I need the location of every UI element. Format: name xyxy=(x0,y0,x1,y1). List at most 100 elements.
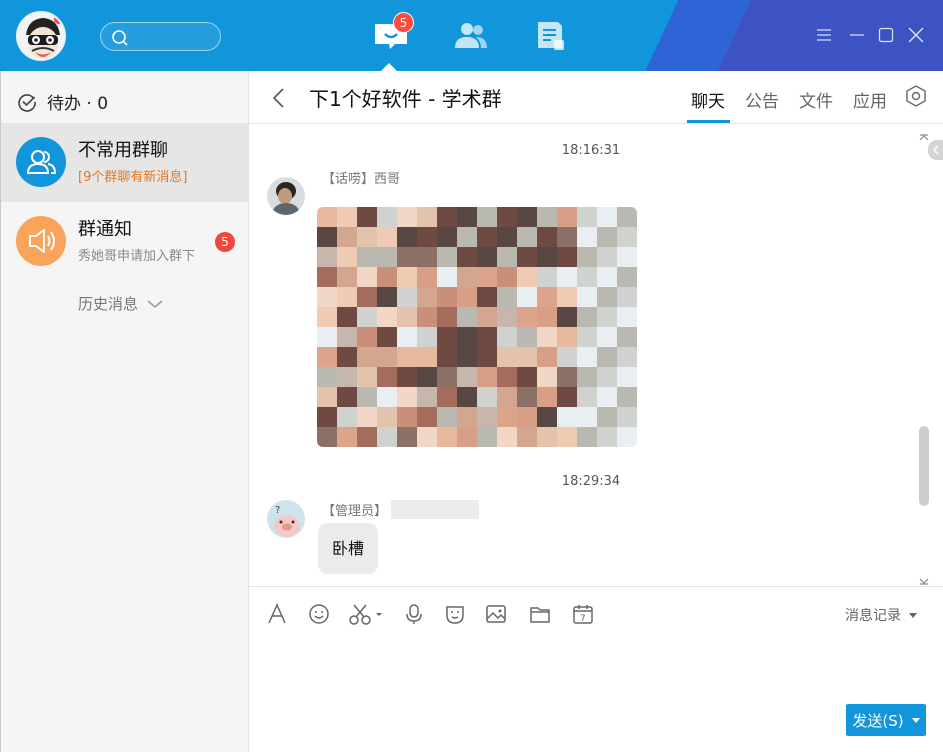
mosaic-tile xyxy=(497,307,517,327)
mosaic-tile xyxy=(377,387,397,407)
mosaic-tile xyxy=(477,227,497,247)
mosaic-tile xyxy=(557,387,577,407)
font-icon[interactable] xyxy=(265,602,289,626)
mosaic-tile xyxy=(557,327,577,347)
mosaic-tile xyxy=(397,267,417,287)
scissors-icon[interactable] xyxy=(348,602,388,626)
space-icon[interactable] xyxy=(532,18,570,54)
mosaic-tile xyxy=(397,407,417,427)
chat-title: 下1个好软件 - 学术群 xyxy=(309,87,502,111)
mosaic-tile xyxy=(617,207,637,227)
mosaic-tile xyxy=(437,427,457,447)
send-button[interactable]: 发送(S) xyxy=(846,704,926,736)
todo-label: 待办 · 0 xyxy=(47,94,109,114)
mosaic-tile xyxy=(397,327,417,347)
mosaic-tile xyxy=(417,327,437,347)
user-avatar[interactable] xyxy=(16,11,66,61)
tab-chat[interactable]: 聊天 xyxy=(691,87,725,112)
mosaic-tile xyxy=(517,347,537,367)
calendar-icon[interactable]: 7 xyxy=(571,602,595,626)
minimize-icon[interactable] xyxy=(847,25,867,45)
mosaic-tile xyxy=(577,387,597,407)
text-message-bubble[interactable]: 卧槽 xyxy=(318,523,379,574)
message-history-label: 消息记录 xyxy=(845,608,901,624)
maximize-icon[interactable] xyxy=(876,25,896,45)
mosaic-tile xyxy=(457,247,477,267)
mosaic-tile xyxy=(337,407,357,427)
tab-apps[interactable]: 应用 xyxy=(853,87,887,112)
conversation-sidebar: 待办 · 0 不常用群聊 [9个群聊有新消息] 群通知 秀她哥申请加入群下 5 … xyxy=(0,71,249,752)
mosaic-tile xyxy=(437,287,457,307)
mosaic-tile xyxy=(537,247,557,267)
message-composer[interactable]: 7 消息记录 发送(S) xyxy=(249,586,943,752)
conversation-preview: [9个群聊有新消息] xyxy=(78,170,188,185)
sender-avatar[interactable] xyxy=(267,177,305,215)
mosaic-tile xyxy=(617,347,637,367)
mosaic-tile xyxy=(517,407,537,427)
mosaic-tile xyxy=(597,367,617,387)
message-history-link[interactable]: 消息记录 xyxy=(845,605,917,625)
message-timestamp: 18:16:31 xyxy=(561,143,621,158)
emoji-icon[interactable] xyxy=(307,602,331,626)
mosaic-tile xyxy=(457,387,477,407)
mosaic-tile xyxy=(417,267,437,287)
mosaic-tile xyxy=(337,267,357,287)
mosaic-tile xyxy=(477,247,497,267)
svg-text:?: ? xyxy=(275,505,280,516)
mosaic-tile xyxy=(577,407,597,427)
mask-icon[interactable] xyxy=(443,602,467,626)
todo-entry[interactable]: 待办 · 0 xyxy=(17,89,108,114)
tab-announcement[interactable]: 公告 xyxy=(745,87,779,112)
mosaic-tile xyxy=(357,387,377,407)
mosaic-tile xyxy=(377,287,397,307)
back-arrow-icon[interactable] xyxy=(269,86,289,114)
image-icon[interactable] xyxy=(484,602,508,626)
mosaic-tile xyxy=(317,327,337,347)
microphone-icon[interactable] xyxy=(402,602,426,626)
mosaic-tile xyxy=(557,367,577,387)
scroll-down-icon[interactable] xyxy=(918,571,930,586)
mosaic-tile xyxy=(377,247,397,267)
mosaic-tile xyxy=(597,267,617,287)
menu-icon[interactable] xyxy=(814,25,834,45)
mosaic-tile xyxy=(337,387,357,407)
mosaic-tile xyxy=(517,267,537,287)
sender-avatar[interactable]: ? xyxy=(267,500,305,538)
history-label: 历史消息 xyxy=(78,295,139,313)
folder-icon[interactable] xyxy=(528,602,552,626)
mosaic-tile xyxy=(317,307,337,327)
scrollbar-thumb[interactable] xyxy=(919,426,929,506)
message-list[interactable]: 18:16:31 【话唠】西哥 18:29:34 ? 【管理员】 卧槽 xyxy=(249,124,943,586)
mosaic-tile xyxy=(557,307,577,327)
mosaic-tile xyxy=(317,247,337,267)
close-icon[interactable] xyxy=(906,25,926,45)
history-messages-toggle[interactable]: 历史消息 xyxy=(78,293,164,314)
mosaic-tile xyxy=(397,427,417,447)
mosaic-tile xyxy=(597,387,617,407)
mosaic-tile xyxy=(597,247,617,267)
mosaic-tile xyxy=(497,367,517,387)
settings-hexagon-icon[interactable] xyxy=(905,84,927,112)
mosaic-tile xyxy=(437,407,457,427)
mosaic-tile xyxy=(437,247,457,267)
mosaic-tile xyxy=(317,227,337,247)
contacts-icon[interactable] xyxy=(452,18,490,54)
mosaic-tile xyxy=(537,347,557,367)
conversation-item-uncommon-groups[interactable]: 不常用群聊 [9个群聊有新消息] xyxy=(1,123,249,202)
conversation-item-group-notice[interactable]: 群通知 秀她哥申请加入群下 5 xyxy=(1,202,249,281)
mosaic-tile xyxy=(577,207,597,227)
mosaic-tile xyxy=(377,227,397,247)
mosaic-tile xyxy=(497,207,517,227)
tab-files[interactable]: 文件 xyxy=(799,87,833,112)
mosaic-tile xyxy=(537,207,557,227)
side-panel-handle[interactable] xyxy=(928,140,943,160)
search-box[interactable] xyxy=(100,22,221,51)
mosaic-tile xyxy=(457,367,477,387)
image-message[interactable] xyxy=(317,207,637,447)
mosaic-tile xyxy=(397,387,417,407)
mosaic-tile xyxy=(457,227,477,247)
mosaic-tile xyxy=(417,287,437,307)
mosaic-tile xyxy=(457,207,477,227)
scrollbar-track[interactable] xyxy=(916,124,932,586)
mosaic-tile xyxy=(437,347,457,367)
